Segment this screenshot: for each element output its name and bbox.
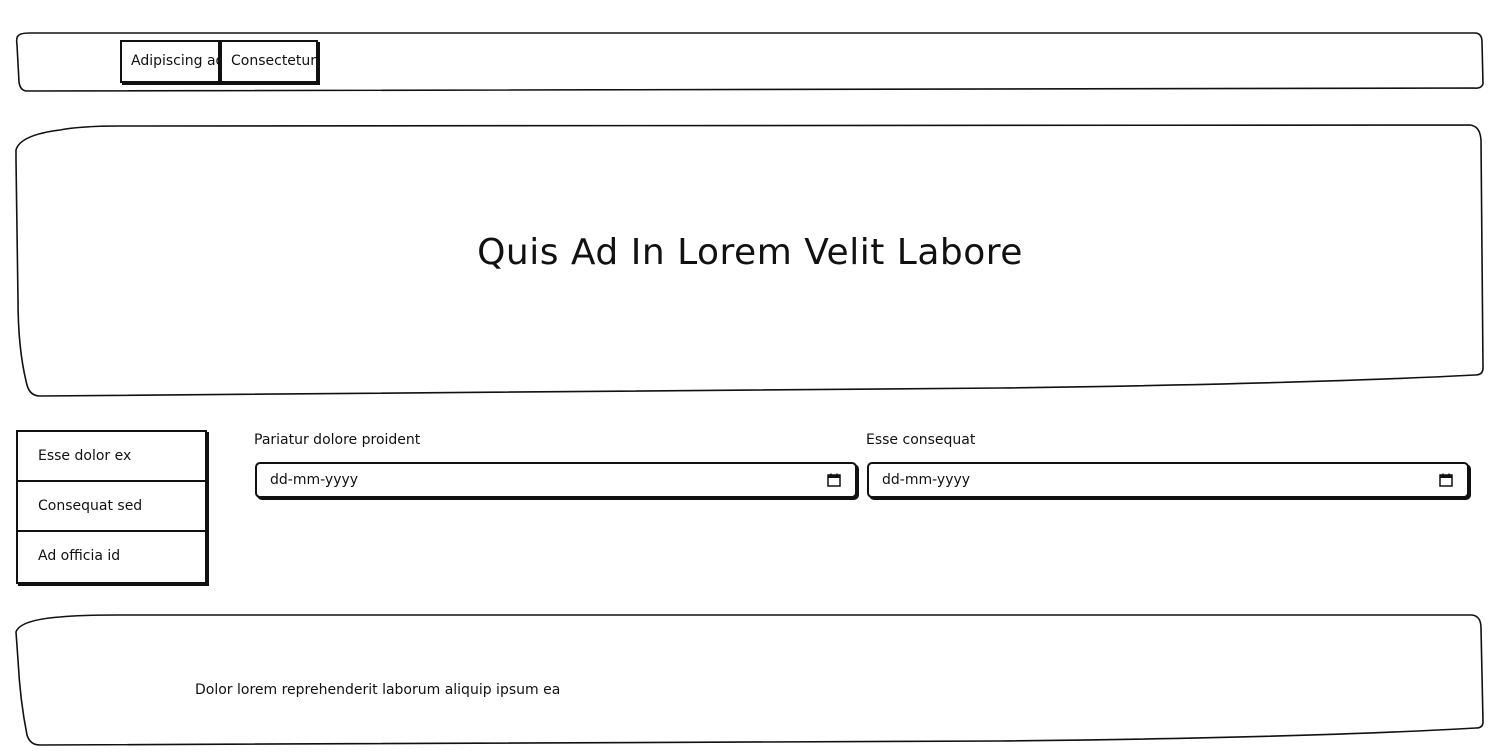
date-input-esse[interactable]: dd-mm-yyyy <box>867 462 1469 498</box>
hero-title: Quis Ad In Lorem Velit Labore <box>477 232 1023 273</box>
sidebar-item-esse-dolor-ex[interactable]: Esse dolor ex <box>18 432 205 482</box>
sidebar-item-ad-officia-id[interactable]: Ad officia id <box>18 532 205 582</box>
date-field-label-pariatur: Pariatur dolore proident <box>254 432 421 448</box>
nav-button-consectetur[interactable]: Consectetur <box>220 40 318 83</box>
nav-button-adipiscing[interactable]: Adipiscing ad <box>120 40 224 83</box>
calendar-icon[interactable] <box>1439 473 1453 487</box>
footer-text: Dolor lorem reprehenderit laborum aliqui… <box>195 682 561 698</box>
calendar-icon[interactable] <box>827 473 841 487</box>
sidebar-item-consequat-sed[interactable]: Consequat sed <box>18 482 205 532</box>
footer-outline <box>15 614 1484 746</box>
sketch-outlines <box>15 32 1484 746</box>
date-placeholder: dd-mm-yyyy <box>270 472 359 488</box>
date-input-pariatur[interactable]: dd-mm-yyyy <box>255 462 857 498</box>
sidebar-list: Esse dolor ex Consequat sed Ad officia i… <box>16 430 207 584</box>
date-field-label-esse: Esse consequat <box>866 432 976 448</box>
date-placeholder: dd-mm-yyyy <box>882 472 971 488</box>
page: Adipiscing ad Consectetur Quis Ad In Lor… <box>0 0 1500 752</box>
